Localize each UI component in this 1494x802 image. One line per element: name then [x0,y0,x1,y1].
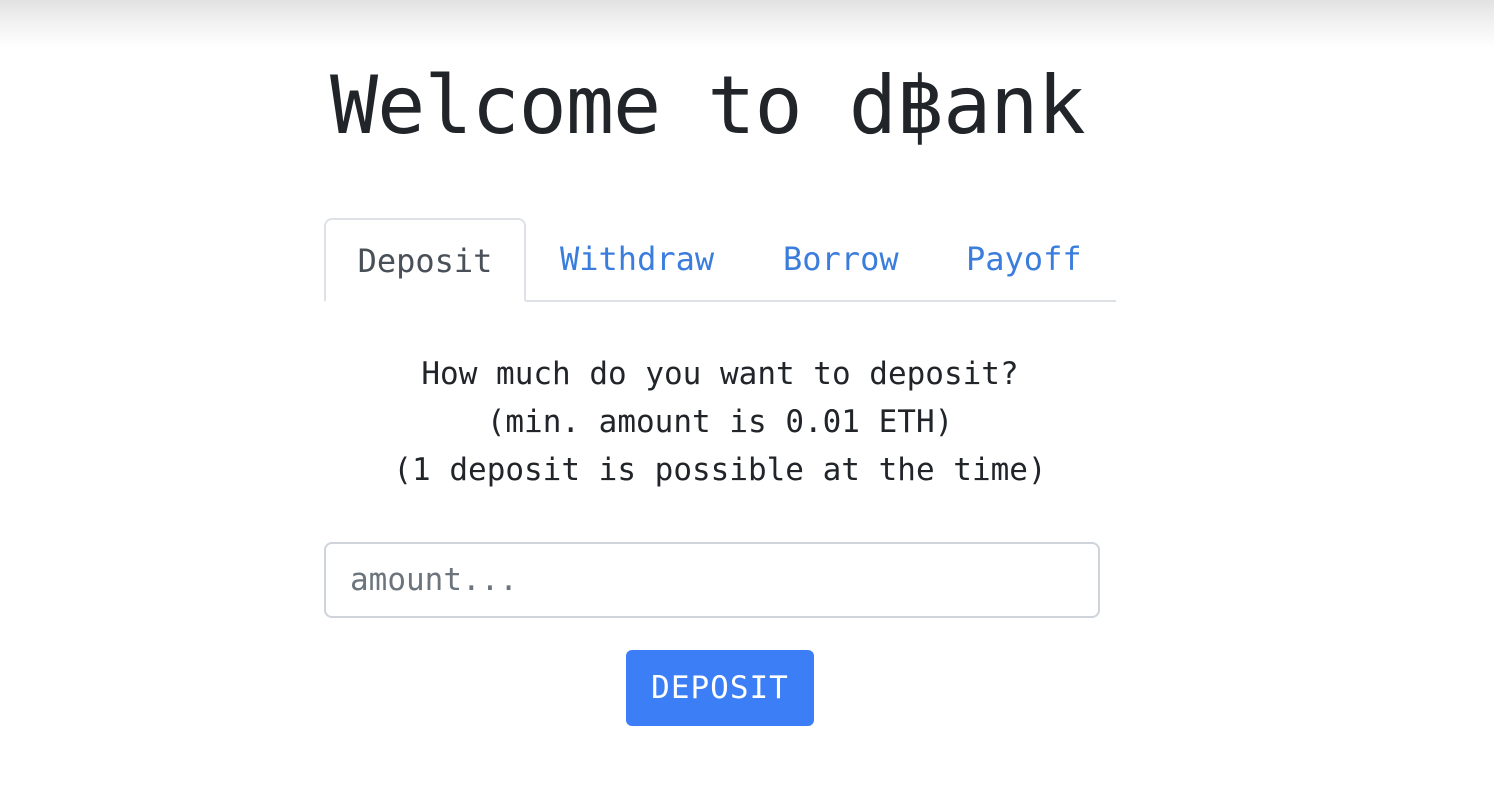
amount-input[interactable] [324,542,1100,618]
tab-withdraw[interactable]: Withdraw [560,218,714,300]
deposit-limit-note: (1 deposit is possible at the time) [393,452,1047,488]
deposit-min-amount-note: (min. amount is 0.01 ETH) [486,404,954,440]
tab-payoff[interactable]: Payoff [966,218,1082,300]
deposit-button[interactable]: DEPOSIT [626,650,814,726]
top-shadow [0,0,1494,48]
deposit-question: How much do you want to deposit? [421,356,1019,392]
deposit-prompt: How much do you want to deposit? (min. a… [324,350,1116,494]
tab-borrow[interactable]: Borrow [783,218,899,300]
tab-bar: Deposit Withdraw Borrow Payoff [324,218,1116,302]
tab-deposit[interactable]: Deposit [324,218,526,302]
page-title: Welcome to d฿ank [330,59,1086,152]
